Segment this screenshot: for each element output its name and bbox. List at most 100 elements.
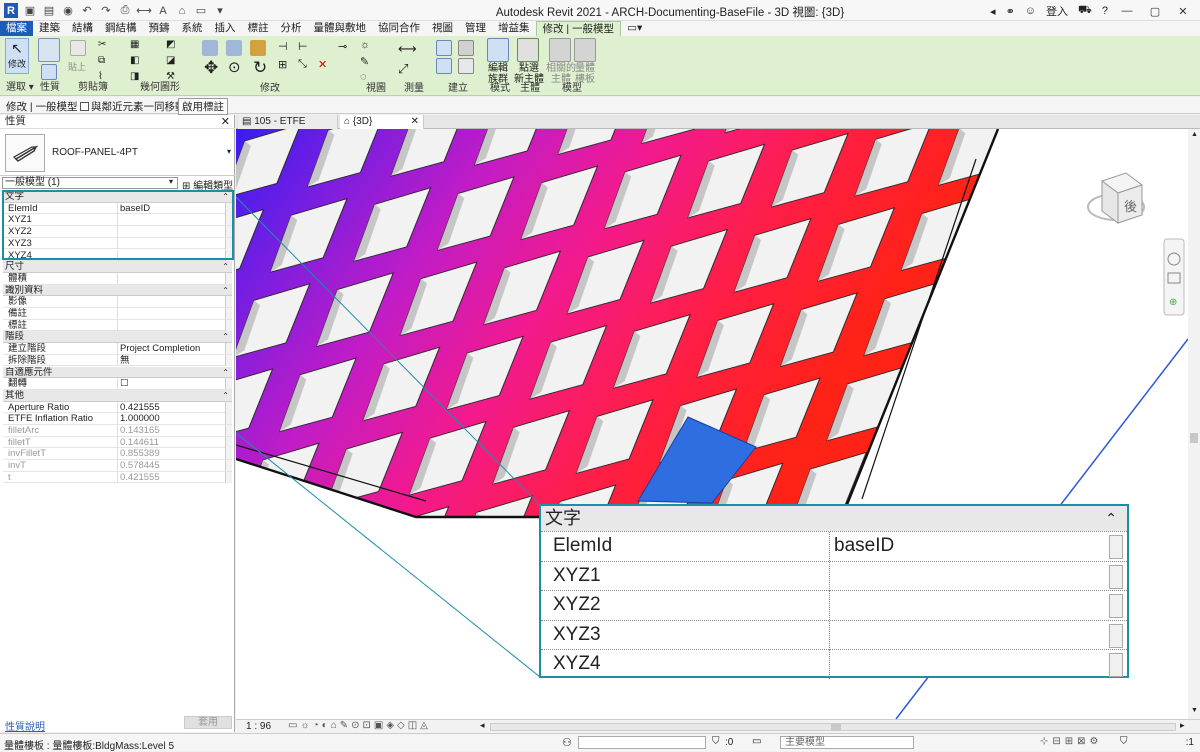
- 3d-view-icon[interactable]: ⌂: [175, 4, 189, 18]
- associate-parameter-button[interactable]: [225, 413, 232, 425]
- instance-filter-dropdown[interactable]: 一般模型 (1): [2, 177, 178, 189]
- associate-parameter-button[interactable]: [225, 378, 232, 390]
- minimize-button[interactable]: —: [1118, 5, 1136, 17]
- tab-ribbon[interactable]: 插入: [209, 21, 242, 36]
- filter-icon[interactable]: ⛉: [1120, 736, 1128, 747]
- property-value[interactable]: 1.000000: [117, 413, 224, 425]
- scroll-left-icon[interactable]: ◂: [480, 720, 485, 731]
- tab-ribbon[interactable]: 協同合作: [372, 21, 426, 36]
- property-row[interactable]: XYZ1: [3, 214, 232, 227]
- property-value[interactable]: [117, 226, 224, 238]
- scroll-up-icon[interactable]: ▲: [1191, 131, 1198, 138]
- split-face-icon[interactable]: ◩: [166, 39, 175, 50]
- type-selector[interactable]: ROOF-PANEL-4PT ▾: [0, 130, 235, 176]
- sign-in-label[interactable]: 登入: [1046, 3, 1068, 19]
- tab-ribbon[interactable]: 量體與敷地: [308, 21, 373, 36]
- property-value[interactable]: [117, 272, 224, 284]
- associate-parameter-button[interactable]: [225, 448, 232, 460]
- cart-icon[interactable]: ⛟: [1078, 4, 1092, 18]
- create-group-icon[interactable]: [458, 40, 474, 56]
- property-row[interactable]: 影像: [3, 296, 232, 308]
- property-row[interactable]: invFilletT 0.855389: [3, 448, 232, 461]
- property-row[interactable]: XYZ3: [3, 237, 232, 250]
- collapse-icon[interactable]: ⌃: [222, 390, 229, 401]
- cut-geometry-icon[interactable]: ◧: [130, 55, 139, 66]
- property-value[interactable]: [117, 249, 224, 261]
- property-group-header[interactable]: 階段 ⌃: [3, 331, 232, 344]
- collapse-icon[interactable]: ⌃: [222, 261, 229, 272]
- property-group-header[interactable]: 尺寸 ⌃: [3, 261, 232, 273]
- chevron-down-icon[interactable]: ▾: [227, 147, 231, 156]
- tab-ribbon[interactable]: 修改 | 一般模型: [535, 21, 622, 36]
- associate-parameter-button[interactable]: [225, 319, 232, 331]
- split-icon[interactable]: ⊢: [298, 40, 308, 53]
- measure-tool-icon[interactable]: ⟷: [398, 41, 417, 57]
- close-button[interactable]: ✕: [1174, 5, 1192, 18]
- associate-parameter-button[interactable]: [225, 401, 232, 413]
- property-value[interactable]: Project Completion: [117, 343, 224, 355]
- tab-ribbon[interactable]: 管理: [459, 21, 492, 36]
- associate-parameter-button[interactable]: [225, 226, 232, 238]
- undo-icon[interactable]: ↶: [80, 4, 94, 18]
- property-row[interactable]: 拆除階段 無: [3, 354, 232, 367]
- horizontal-scrollbar[interactable]: [490, 723, 1176, 731]
- scroll-right-icon[interactable]: ▸: [1180, 720, 1185, 731]
- property-group-header[interactable]: 識別資料 ⌃: [3, 284, 232, 297]
- cope-icon[interactable]: ▦: [130, 39, 139, 50]
- mass-floors-icon[interactable]: [574, 38, 596, 62]
- workset-dropdown[interactable]: [578, 736, 706, 749]
- tab-ribbon[interactable]: 建築: [33, 21, 66, 36]
- collapse-icon[interactable]: ⌃: [1105, 506, 1117, 530]
- collapse-icon[interactable]: ⌃: [222, 331, 229, 342]
- help-icon[interactable]: ?: [1102, 5, 1108, 17]
- maximize-button[interactable]: ▢: [1146, 5, 1164, 18]
- editable-only-icon[interactable]: ▭: [752, 736, 761, 747]
- property-value[interactable]: [117, 319, 224, 331]
- design-option-dropdown[interactable]: 主要模型: [780, 736, 914, 749]
- close-views-icon[interactable]: ▭: [194, 4, 208, 18]
- tab-ribbon[interactable]: 預鑄: [143, 21, 176, 36]
- search-icon[interactable]: ◂: [990, 5, 996, 18]
- close-icon[interactable]: ✕: [221, 115, 230, 128]
- customize-qat-icon[interactable]: ▾: [213, 4, 227, 18]
- associate-parameter-button[interactable]: [225, 237, 232, 249]
- paint-icon[interactable]: ◪: [166, 55, 175, 66]
- tab-ribbon[interactable]: 分析: [275, 21, 308, 36]
- tab-3d[interactable]: ⌂ {3D} ✕: [340, 115, 424, 129]
- apply-button[interactable]: 套用: [184, 716, 232, 729]
- move-icon[interactable]: ✥: [204, 58, 218, 78]
- property-value[interactable]: baseID: [117, 202, 224, 214]
- measure-icon[interactable]: ⟷: [136, 4, 152, 18]
- select-group-label[interactable]: 選取 ▾: [6, 78, 34, 93]
- mirror-icon[interactable]: [250, 40, 266, 56]
- dimension-icon[interactable]: ⤢: [398, 61, 408, 77]
- print-icon[interactable]: ⎙: [118, 4, 132, 18]
- property-value[interactable]: 0.421555: [117, 401, 224, 413]
- trim-icon[interactable]: ⊣: [278, 40, 288, 53]
- property-row[interactable]: filletArc 0.143165: [3, 425, 232, 437]
- align-icon[interactable]: [202, 40, 218, 56]
- array-icon[interactable]: ⊞: [278, 58, 287, 71]
- text-icon[interactable]: A: [156, 4, 170, 18]
- save-icon[interactable]: ▤: [42, 4, 56, 18]
- create-parts-icon[interactable]: [436, 40, 452, 56]
- scroll-down-icon[interactable]: ▼: [1191, 707, 1198, 714]
- properties-help-link[interactable]: 性質說明: [5, 718, 45, 733]
- property-row[interactable]: XYZ2: [3, 226, 232, 238]
- contextual-tab-dropdown-icon[interactable]: ▭▾: [621, 21, 648, 36]
- property-group-header[interactable]: 文字 ⌃: [3, 191, 232, 203]
- view-scale[interactable]: 1 : 96: [246, 721, 271, 732]
- cut-icon[interactable]: ✂: [98, 39, 106, 50]
- property-row[interactable]: 翻轉 ☐: [3, 378, 232, 390]
- property-row[interactable]: Aperture Ratio 0.421555: [3, 401, 232, 414]
- rotate-icon[interactable]: ↻: [253, 58, 267, 78]
- property-row[interactable]: 備註: [3, 308, 232, 320]
- offset-icon[interactable]: [226, 40, 242, 56]
- tab-ribbon[interactable]: 鋼結構: [99, 21, 143, 36]
- tab-ribbon[interactable]: 系統: [176, 21, 209, 36]
- tab-ribbon[interactable]: 結構: [66, 21, 99, 36]
- associate-parameter-button[interactable]: [225, 354, 232, 366]
- sync-icon[interactable]: ◉: [61, 4, 75, 18]
- property-group-header[interactable]: 自適應元件 ⌃: [3, 366, 232, 379]
- delete-icon[interactable]: ✕: [318, 58, 327, 71]
